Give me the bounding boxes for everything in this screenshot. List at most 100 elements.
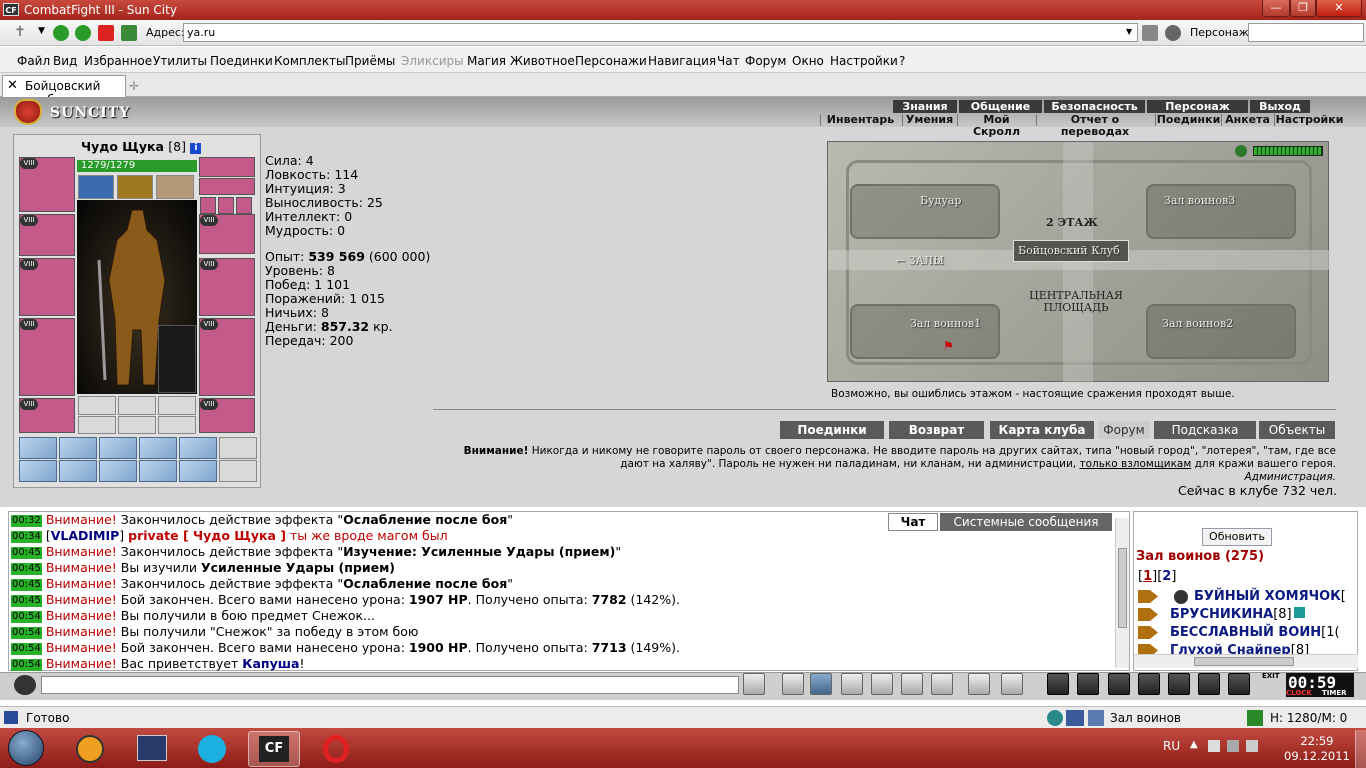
chat-timestamp[interactable]: 00:54	[11, 611, 42, 623]
nav-sub-3[interactable]: Мой Скролл	[957, 114, 1035, 138]
chat-tool-icon[interactable]	[743, 673, 765, 695]
menu-item[interactable]: Приёмы	[345, 54, 395, 68]
chat-scrollbar[interactable]	[1115, 518, 1129, 668]
language-indicator[interactable]: RU	[1163, 739, 1180, 753]
menu-item[interactable]: Вид	[53, 54, 77, 68]
game-button-4[interactable]: Форум	[1098, 421, 1150, 439]
ring-slot[interactable]	[200, 197, 216, 214]
player-name[interactable]: БУЙНЫЙ ХОМЯЧОК	[1194, 589, 1341, 604]
tray-arrow-icon[interactable]: ▲	[1190, 739, 1198, 750]
nav-2[interactable]: Общение	[959, 100, 1042, 113]
scroll-slot[interactable]	[139, 437, 177, 459]
empty-slot[interactable]	[158, 416, 196, 434]
player-item[interactable]: БУЙНЫЙ ХОМЯЧОК[	[1194, 589, 1346, 604]
refresh-icon[interactable]	[121, 25, 137, 41]
chat-timestamp[interactable]: 00:54	[11, 659, 42, 671]
show-desktop-button[interactable]	[1355, 730, 1366, 768]
close-tab-icon[interactable]: ✕	[7, 78, 18, 93]
action-icon[interactable]	[1168, 673, 1190, 695]
chat-text[interactable]: VLADIMIP	[51, 528, 120, 543]
ring-slot[interactable]	[236, 197, 252, 214]
buff-icon[interactable]	[78, 175, 114, 199]
nav-sub-5[interactable]: Поединки	[1155, 114, 1221, 126]
sync-icon[interactable]	[1247, 710, 1263, 726]
chat-timestamp[interactable]: 00:45	[11, 595, 42, 607]
new-tab-icon[interactable]: ✛	[129, 79, 139, 93]
character-input[interactable]	[1248, 23, 1364, 42]
warning-link[interactable]: только взломщикам	[1079, 458, 1191, 470]
page-link[interactable]: 2	[1162, 569, 1171, 584]
refresh-button[interactable]: Обновить	[1202, 528, 1272, 546]
buff-icon[interactable]	[156, 175, 194, 199]
map-hall-warriors-1[interactable]	[850, 304, 1000, 359]
nav-1[interactable]: Знания	[893, 100, 957, 113]
map-hall-warriors-3[interactable]	[1146, 184, 1296, 239]
menu-item[interactable]: Комплекты	[274, 54, 346, 68]
start-button[interactable]	[8, 730, 44, 766]
maximize-button[interactable]: ❐	[1290, 0, 1316, 17]
chat-timestamp[interactable]: 00:45	[11, 563, 42, 575]
system-clock[interactable]: 22:59 09.12.2011	[1284, 734, 1350, 764]
taskbar-app-icon[interactable]	[64, 731, 116, 767]
player-item[interactable]: БЕССЛАВНЫЙ ВОИН[1(	[1170, 625, 1340, 640]
scroll-slot[interactable]	[19, 437, 57, 459]
menu-item[interactable]: ?	[899, 54, 905, 68]
exit-label[interactable]: EXIT	[1262, 672, 1280, 680]
game-button-3[interactable]: Карта клуба	[990, 421, 1094, 439]
taskbar-opera-icon[interactable]	[310, 731, 362, 767]
settings-icon[interactable]	[1142, 25, 1158, 41]
scroll-slot[interactable]	[99, 437, 137, 459]
tray-flag-icon[interactable]	[1208, 740, 1220, 752]
map-hall-boudoir[interactable]	[850, 184, 1000, 239]
chat-tool-icon[interactable]	[931, 673, 953, 695]
page-link[interactable]: 1	[1143, 569, 1152, 584]
nav-sub-4[interactable]: Отчет о переводах	[1036, 114, 1153, 138]
chat-timestamp[interactable]: 00:45	[11, 547, 42, 559]
scroll-slot[interactable]	[179, 460, 217, 482]
game-button-1[interactable]: Поединки	[780, 421, 884, 439]
address-dropdown-icon[interactable]: ▼	[1126, 27, 1132, 36]
nav-sub-6[interactable]: Анкета	[1221, 114, 1273, 126]
game-button-6[interactable]: Объекты	[1259, 421, 1335, 439]
scroll-slot[interactable]	[219, 437, 257, 459]
chat-text[interactable]: Капуша	[242, 656, 299, 671]
info-icon[interactable]	[1293, 607, 1305, 618]
dropdown-icon[interactable]: ▼	[38, 26, 45, 36]
chat-tool-icon[interactable]	[841, 673, 863, 695]
taskbar-kmp-icon[interactable]	[126, 731, 178, 767]
nav-sub-1[interactable]: Инвентарь	[820, 114, 900, 126]
chat-tool-icon[interactable]	[810, 673, 832, 695]
chat-timestamp[interactable]: 00:54	[11, 643, 42, 655]
menu-item[interactable]: Навигация	[648, 54, 716, 68]
pin-icon[interactable]: ✝	[14, 24, 26, 40]
menu-item[interactable]: Персонажи	[575, 54, 647, 68]
ring-slot[interactable]	[218, 197, 234, 214]
room-list-hscrollbar[interactable]	[1134, 654, 1358, 668]
scroll-slot[interactable]	[139, 460, 177, 482]
chat-timestamp[interactable]: 00:54	[11, 627, 42, 639]
tray-network-icon[interactable]	[1227, 740, 1239, 752]
game-button-5[interactable]: Подсказка	[1154, 421, 1256, 439]
nav-3[interactable]: Безопасность	[1044, 100, 1145, 113]
buff-icon[interactable]	[117, 175, 153, 199]
back-icon[interactable]	[53, 25, 69, 41]
chat-timestamp[interactable]: 00:45	[11, 579, 42, 591]
scroll-thumb[interactable]	[1194, 657, 1294, 666]
chat-timestamp[interactable]: 00:32	[11, 515, 42, 527]
empty-slot[interactable]	[78, 396, 116, 415]
game-button-2[interactable]: Возврат	[889, 421, 984, 439]
equipment-slot[interactable]	[199, 178, 255, 195]
smiles-icon[interactable]	[14, 675, 36, 695]
menu-item[interactable]: Поединки	[210, 54, 273, 68]
scroll-thumb[interactable]	[1118, 548, 1127, 628]
menu-item[interactable]: Окно	[792, 54, 824, 68]
player-item[interactable]: БРУСНИКИНА[8]	[1170, 607, 1305, 622]
nav-5[interactable]: Выход	[1250, 100, 1310, 113]
close-button[interactable]: ✕	[1316, 0, 1362, 17]
tab-fight-club[interactable]: ✕ Бойцовский клуб	[2, 75, 126, 107]
minimize-button[interactable]: —	[1262, 0, 1290, 17]
scroll-slot[interactable]	[179, 437, 217, 459]
tab-system-messages[interactable]: Системные сообщения	[940, 513, 1112, 531]
menu-item[interactable]: Форум	[745, 54, 786, 68]
pet-slot[interactable]	[158, 325, 196, 393]
